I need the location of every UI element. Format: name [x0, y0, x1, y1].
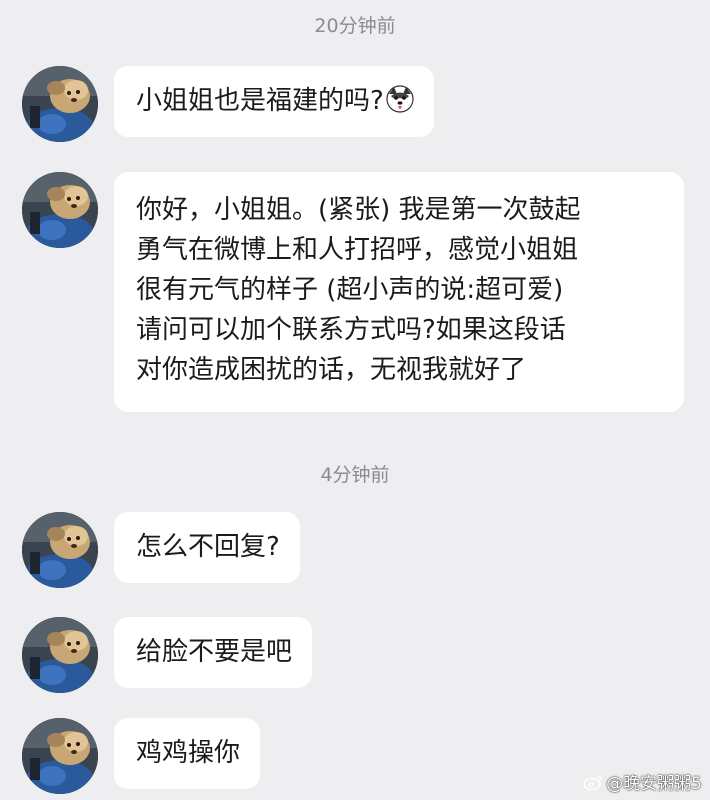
message-bubble[interactable]: 小姐姐也是福建的吗? — [114, 66, 434, 137]
message-row-2: 你好，小姐姐。(紧张) 我是第一次鼓起 勇气在微博上和人打招呼，感觉小姐姐 很有… — [22, 172, 684, 412]
message-line: 请问可以加个联系方式吗?如果这段话 — [136, 315, 566, 345]
timestamp-1: 20分钟前 — [314, 15, 396, 37]
timestamp-2: 4分钟前 — [320, 464, 390, 486]
message-bubble[interactable]: 你好，小姐姐。(紧张) 我是第一次鼓起 勇气在微博上和人打招呼，感觉小姐姐 很有… — [114, 172, 684, 412]
message-row-3: 怎么不回复? — [22, 512, 300, 588]
message-row-1: 小姐姐也是福建的吗? — [22, 66, 434, 142]
message-line: 你好，小姐姐。(紧张) 我是第一次鼓起 — [136, 195, 581, 225]
weibo-icon — [583, 774, 602, 790]
avatar[interactable] — [22, 718, 98, 794]
message-row-4: 给脸不要是吧 — [22, 617, 313, 693]
message-bubble[interactable]: 鸡鸡操你 — [114, 718, 261, 789]
message-bubble[interactable]: 怎么不回复? — [114, 512, 300, 583]
message-text: 给脸不要是吧 — [136, 637, 293, 667]
message-line: 勇气在微博上和人打招呼，感觉小姐姐 — [136, 235, 579, 265]
avatar[interactable] — [22, 172, 98, 248]
message-text: 小姐姐也是福建的吗? — [136, 86, 384, 116]
watermark-text: @晚安粥粥5 — [606, 774, 702, 794]
message-line: 对你造成困扰的话，无视我就好了 — [136, 355, 527, 385]
message-text: 鸡鸡操你 — [136, 738, 241, 768]
message-row-5: 鸡鸡操你 — [22, 718, 261, 794]
message-bubble[interactable]: 给脸不要是吧 — [114, 617, 313, 688]
husky-dog-emoji-icon — [386, 85, 414, 113]
watermark: @晚安粥粥5 — [583, 769, 702, 794]
avatar[interactable] — [22, 512, 98, 588]
avatar[interactable] — [22, 617, 98, 693]
avatar[interactable] — [22, 66, 98, 142]
message-text: 怎么不回复? — [136, 532, 280, 562]
message-line: 很有元气的样子 (超小声的说:超可爱) — [136, 275, 564, 305]
